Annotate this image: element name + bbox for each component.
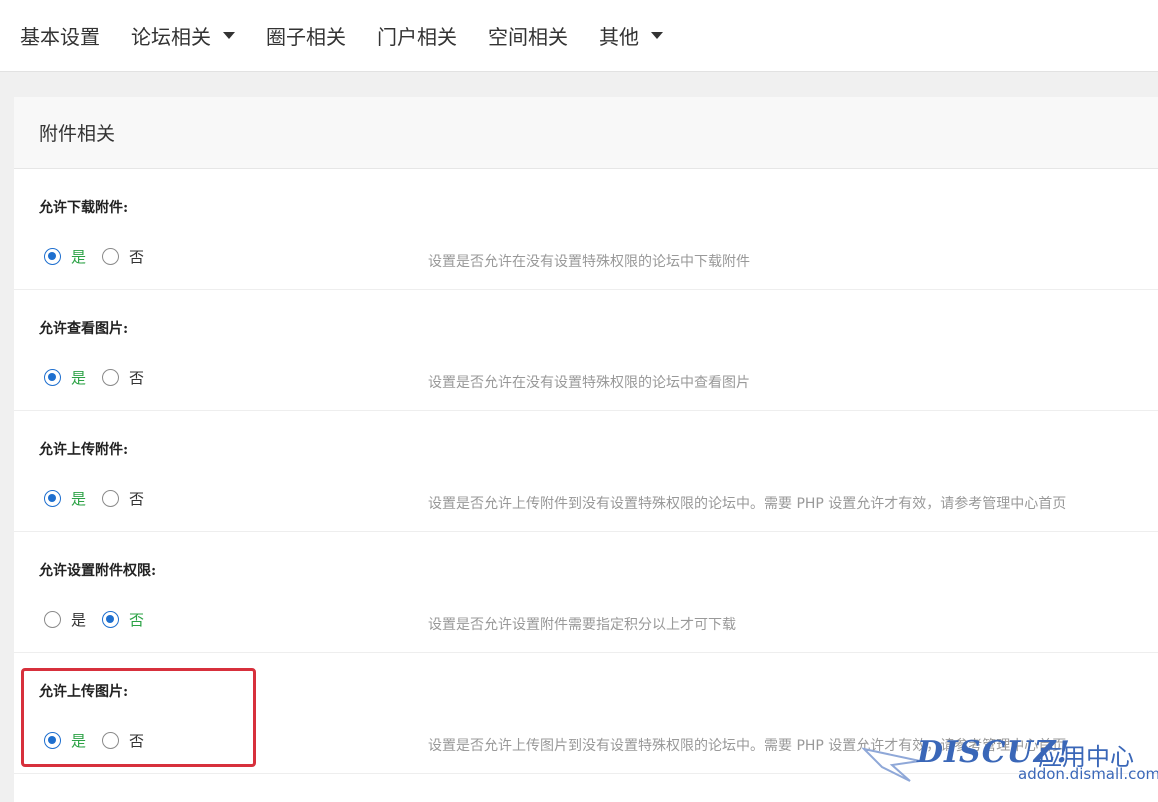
radio-unchecked-icon[interactable] <box>102 732 120 749</box>
radio-label-yes[interactable]: 是 <box>71 367 86 388</box>
radio-unchecked-icon[interactable] <box>102 248 120 265</box>
setting-description: 设置是否允许在没有设置特殊权限的论坛中下载附件 <box>428 254 750 270</box>
radio-option-yes[interactable]: 是 <box>44 367 86 388</box>
radio-option-no[interactable]: 否 <box>102 488 144 509</box>
setting-label: 允许上传附件: <box>39 442 129 458</box>
radio-group: 是 否 <box>44 609 160 630</box>
radio-option-no[interactable]: 否 <box>102 367 144 388</box>
setting-label: 允许设置附件权限: <box>39 563 157 579</box>
radio-label-yes[interactable]: 是 <box>71 246 86 267</box>
radio-group: 是 否 <box>44 488 160 509</box>
setting-row: 允许下载附件: 是 否 设置是否允许在没有设置特殊权限的论坛中下载附件 <box>14 169 1158 290</box>
radio-option-yes[interactable]: 是 <box>44 246 86 267</box>
nav-tab-label: 基本设置 <box>20 25 100 49</box>
radio-checked-icon[interactable] <box>44 732 61 749</box>
setting-row: 允许上传附件: 是 否 设置是否允许上传附件到没有设置特殊权限的论坛中。需要 P… <box>14 411 1158 532</box>
radio-option-yes[interactable]: 是 <box>44 609 86 630</box>
radio-checked-icon[interactable] <box>44 248 61 265</box>
radio-unchecked-icon[interactable] <box>102 369 120 386</box>
radio-label-yes[interactable]: 是 <box>71 609 86 630</box>
top-nav: 基本设置 论坛相关 圈子相关 门户相关 空间相关 其他 <box>0 0 1158 72</box>
settings-panel: 附件相关 允许下载附件: 是 否 设置是否允许在没有设置特殊权限的论坛中下载附件… <box>14 97 1158 802</box>
radio-label-no[interactable]: 否 <box>129 730 144 751</box>
nav-tab-portal[interactable]: 门户相关 <box>377 21 457 50</box>
setting-label: 允许下载附件: <box>39 200 129 216</box>
radio-group: 是 否 <box>44 367 160 388</box>
nav-tab-forum[interactable]: 论坛相关 <box>131 21 235 50</box>
setting-row: 允许设置附件权限: 是 否 设置是否允许设置附件需要指定积分以上才可下载 <box>14 532 1158 653</box>
radio-label-yes[interactable]: 是 <box>71 488 86 509</box>
radio-label-yes[interactable]: 是 <box>71 730 86 751</box>
radio-label-no[interactable]: 否 <box>129 246 144 267</box>
radio-group: 是 否 <box>44 730 160 751</box>
setting-description: 设置是否允许在没有设置特殊权限的论坛中查看图片 <box>428 375 750 391</box>
nav-tab-label: 论坛相关 <box>131 25 211 49</box>
nav-tab-label: 其他 <box>599 25 639 49</box>
radio-option-yes[interactable]: 是 <box>44 730 86 751</box>
setting-label: 允许上传图片: <box>39 684 129 700</box>
setting-description: 设置是否允许设置附件需要指定积分以上才可下载 <box>428 617 736 633</box>
setting-label: 允许查看图片: <box>39 321 129 337</box>
setting-row: 允许查看图片: 是 否 设置是否允许在没有设置特殊权限的论坛中查看图片 <box>14 290 1158 411</box>
panel-title: 附件相关 <box>14 97 1158 169</box>
radio-checked-icon[interactable] <box>102 611 120 628</box>
setting-row: 允许上传图片: 是 否 设置是否允许上传图片到没有设置特殊权限的论坛中。需要 P… <box>14 653 1158 774</box>
radio-option-no[interactable]: 否 <box>102 609 144 630</box>
setting-description: 设置是否允许上传图片到没有设置特殊权限的论坛中。需要 PHP 设置允许才有效，请… <box>428 738 1067 754</box>
radio-option-no[interactable]: 否 <box>102 730 144 751</box>
nav-tab-basic[interactable]: 基本设置 <box>20 21 100 50</box>
radio-option-yes[interactable]: 是 <box>44 488 86 509</box>
radio-group: 是 否 <box>44 246 160 267</box>
radio-label-no[interactable]: 否 <box>129 488 144 509</box>
nav-tab-label: 空间相关 <box>488 25 568 49</box>
nav-tab-label: 圈子相关 <box>266 25 346 49</box>
nav-tab-other[interactable]: 其他 <box>599 21 663 50</box>
radio-checked-icon[interactable] <box>44 490 61 507</box>
radio-checked-icon[interactable] <box>44 369 61 386</box>
caret-down-icon <box>651 32 663 39</box>
setting-description: 设置是否允许上传附件到没有设置特殊权限的论坛中。需要 PHP 设置允许才有效，请… <box>428 496 1067 512</box>
nav-tab-label: 门户相关 <box>377 25 457 49</box>
nav-tab-space[interactable]: 空间相关 <box>488 21 568 50</box>
radio-option-no[interactable]: 否 <box>102 246 144 267</box>
radio-label-no[interactable]: 否 <box>129 367 144 388</box>
caret-down-icon <box>223 32 235 39</box>
radio-label-no[interactable]: 否 <box>129 609 144 630</box>
radio-unchecked-icon[interactable] <box>102 490 120 507</box>
radio-unchecked-icon[interactable] <box>44 611 61 628</box>
nav-tab-group[interactable]: 圈子相关 <box>266 21 346 50</box>
